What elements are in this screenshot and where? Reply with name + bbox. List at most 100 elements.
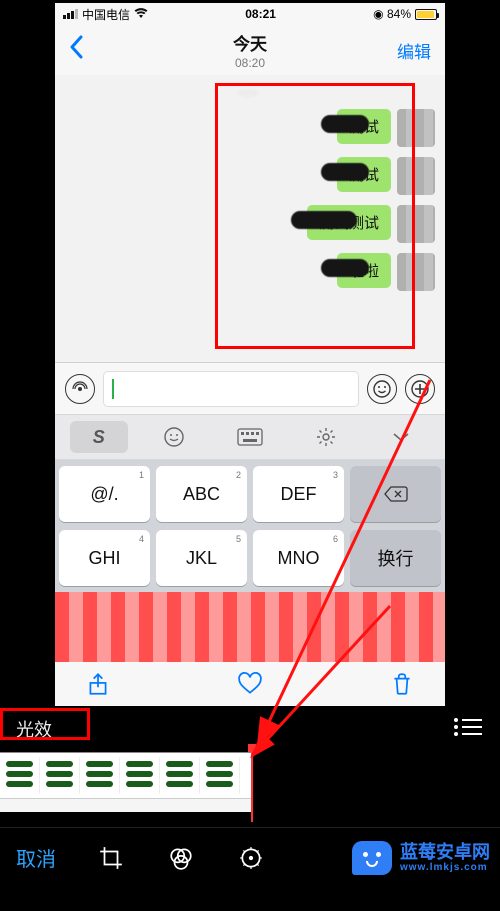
playhead[interactable]	[251, 748, 253, 822]
adjust-button[interactable]	[236, 843, 266, 873]
message-text: 测试测试	[319, 215, 379, 232]
chat-area: --:-- 测试 测试 测试测试 啦啦	[55, 75, 445, 362]
numeric-keyboard: @/. 1 ABC 2 DEF 3 GHI 4 JKL 5	[55, 460, 445, 592]
list-icon	[454, 725, 482, 729]
keyboard-suggestion-row: S	[55, 414, 445, 460]
key-5[interactable]: JKL 5	[156, 530, 247, 586]
video-editor: 光效 取消	[0, 706, 500, 887]
share-icon	[85, 671, 111, 697]
black-margin-left	[0, 0, 55, 706]
nav-bar: 今天 08:20 编辑	[55, 25, 445, 75]
message-row: 啦啦	[61, 253, 435, 291]
message-text: 测试	[349, 167, 379, 184]
gear-icon	[315, 426, 337, 448]
key-backspace[interactable]	[350, 466, 441, 522]
key-return[interactable]: 换行	[350, 530, 441, 586]
key-6[interactable]: MNO 6	[253, 530, 344, 586]
key-main: ABC	[183, 484, 220, 505]
message-bubble[interactable]: 啦啦	[337, 253, 391, 288]
battery-icon	[415, 9, 437, 20]
keyboard-icon	[237, 428, 263, 446]
timeline-ruler	[0, 798, 252, 812]
message-text: 测试	[349, 119, 379, 136]
voice-input-button[interactable]	[65, 374, 95, 404]
nav-title: 今天	[55, 30, 445, 55]
message-bubble[interactable]: 测试	[337, 157, 391, 192]
wifi-icon	[134, 7, 148, 22]
emoji-suggest-button[interactable]	[145, 421, 203, 453]
key-main: MNO	[278, 548, 320, 569]
annotation-red-box-effect	[0, 708, 90, 740]
nav-subtitle: 08:20	[55, 56, 445, 70]
list-icon	[454, 732, 482, 736]
ime-switch-button[interactable]: S	[70, 421, 128, 453]
delete-button[interactable]	[389, 671, 415, 697]
key-digit: 5	[236, 534, 241, 544]
smile-icon	[373, 380, 391, 398]
signal-icon	[63, 9, 78, 19]
crop-icon	[98, 845, 124, 871]
avatar[interactable]	[397, 157, 435, 195]
key-4[interactable]: GHI 4	[59, 530, 150, 586]
key-digit: 6	[333, 534, 338, 544]
plus-icon	[411, 380, 429, 398]
statusbar-time: 08:21	[245, 7, 276, 21]
key-digit: 4	[139, 534, 144, 544]
key-2[interactable]: ABC 2	[156, 466, 247, 522]
list-menu-button[interactable]	[454, 718, 482, 736]
chat-input-bar	[55, 362, 445, 414]
key-main: DEF	[281, 484, 317, 505]
photo-toolbar	[55, 662, 445, 706]
favorite-button[interactable]	[237, 671, 263, 697]
cancel-button[interactable]: 取消	[16, 843, 56, 872]
filter-circles-icon	[168, 845, 194, 871]
carrier-label: 中国电信	[82, 6, 130, 23]
message-input[interactable]	[103, 371, 359, 407]
heart-icon	[237, 671, 263, 697]
settings-suggest-button[interactable]	[297, 421, 355, 453]
dial-icon	[238, 845, 264, 871]
text-cursor	[112, 379, 114, 399]
keyboard-suggest-button[interactable]	[221, 421, 279, 453]
plus-button[interactable]	[405, 374, 435, 404]
list-icon	[454, 718, 482, 722]
share-button[interactable]	[85, 671, 111, 697]
collapse-keyboard-button[interactable]	[372, 421, 430, 453]
status-bar: 中国电信 08:21 ◉ 84%	[55, 3, 445, 25]
message-row: 测试	[61, 109, 435, 147]
voice-wave-icon	[71, 380, 89, 398]
key-digit: 3	[333, 470, 338, 480]
message-bubble[interactable]: 测试测试	[307, 205, 391, 240]
battery-percent: ◉ 84%	[373, 7, 411, 21]
crop-button[interactable]	[96, 843, 126, 873]
phone-screenshot: 中国电信 08:21 ◉ 84% 今天 08:20 编辑 --:-- 测试	[55, 3, 445, 706]
key-main: @/.	[90, 484, 118, 505]
chat-timestamp: --:--	[61, 85, 435, 99]
smile-icon	[163, 426, 185, 448]
chevron-left-icon	[69, 35, 83, 59]
redacted-region	[55, 592, 445, 662]
trash-icon	[389, 671, 415, 697]
back-button[interactable]	[69, 33, 83, 67]
black-margin-right	[445, 0, 500, 706]
emoji-button[interactable]	[367, 374, 397, 404]
avatar[interactable]	[397, 205, 435, 243]
timeline[interactable]	[0, 752, 252, 812]
message-text: 啦啦	[349, 263, 379, 280]
key-main: GHI	[88, 548, 120, 569]
key-digit: 2	[236, 470, 241, 480]
avatar[interactable]	[397, 109, 435, 147]
key-main: JKL	[186, 548, 217, 569]
chevron-down-icon	[392, 431, 410, 443]
avatar[interactable]	[397, 253, 435, 291]
message-row: 测试测试	[61, 205, 435, 243]
editor-toolbar: 取消	[0, 827, 500, 887]
key-1[interactable]: @/. 1	[59, 466, 150, 522]
message-row: 测试	[61, 157, 435, 195]
key-digit: 1	[139, 470, 144, 480]
edit-button[interactable]: 编辑	[397, 38, 431, 63]
message-bubble[interactable]: 测试	[337, 109, 391, 144]
backspace-icon	[384, 485, 408, 503]
filter-button[interactable]	[166, 843, 196, 873]
key-3[interactable]: DEF 3	[253, 466, 344, 522]
